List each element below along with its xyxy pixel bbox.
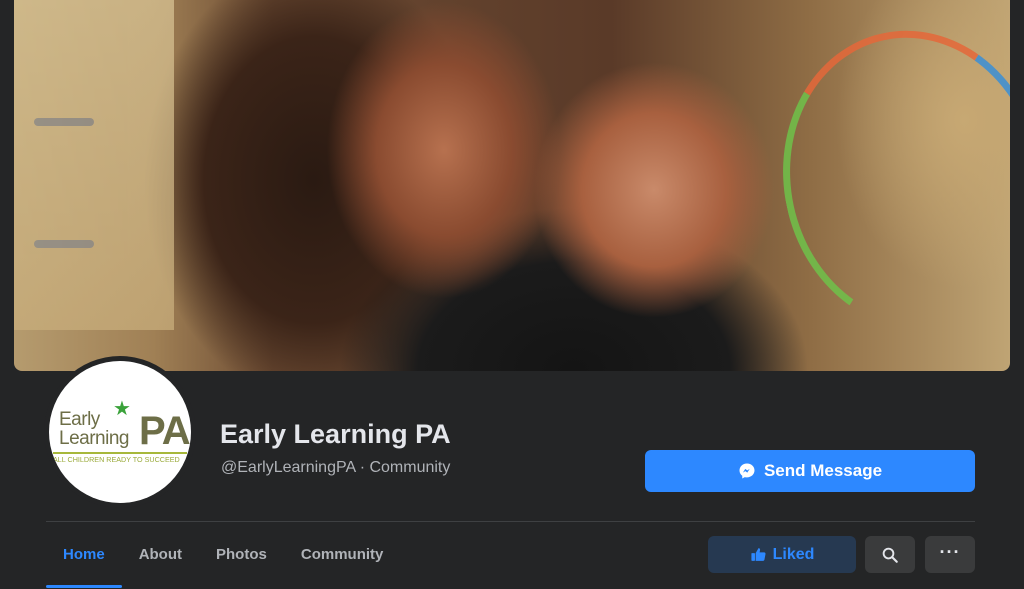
search-icon [882,547,898,563]
cover-photo[interactable] [14,0,1010,371]
tab-photos[interactable]: Photos [199,522,284,586]
early-learning-pa-logo: Early Learning ★ PA ALL CHILDREN READY T… [49,361,191,503]
search-button[interactable] [865,536,915,573]
cover-toy-hoop-shape [755,6,1010,354]
ellipsis-icon: ··· [939,541,961,562]
logo-tagline: ALL CHILDREN READY TO SUCCEED [53,455,180,464]
tab-community[interactable]: Community [284,522,401,586]
liked-button[interactable]: Liked [708,536,856,573]
send-message-button[interactable]: Send Message [645,450,975,492]
messenger-icon [739,463,755,479]
tab-home[interactable]: Home [46,522,122,588]
page-handle: @EarlyLearningPA · Community [221,459,451,476]
logo-word-early: Early [59,409,100,430]
logo-underline [53,452,187,454]
page-title: Early Learning PA [220,419,451,449]
logo-word-pa: PA [139,409,191,453]
tab-about[interactable]: About [122,522,199,586]
page-tabs: Home About Photos Community [46,522,400,589]
cover-cabinet-shape [14,0,174,330]
thumbs-up-icon [751,548,766,561]
star-icon: ★ [113,398,131,420]
liked-label: Liked [772,545,815,563]
facebook-page-header: Early Learning ★ PA ALL CHILDREN READY T… [0,0,1024,589]
more-options-button[interactable]: ··· [925,536,975,573]
profile-picture[interactable]: Early Learning ★ PA ALL CHILDREN READY T… [44,356,196,508]
send-message-label: Send Message [763,461,883,480]
logo-word-learning: Learning [59,428,129,449]
